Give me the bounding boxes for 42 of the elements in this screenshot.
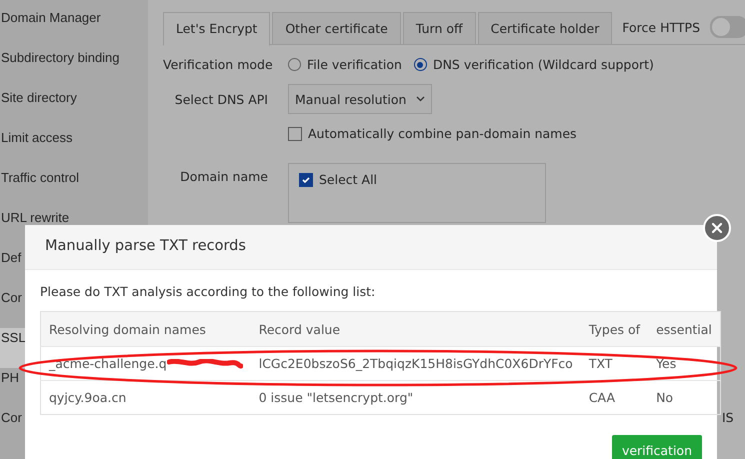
verification-button[interactable]: verification — [612, 435, 702, 459]
column-header: Types of — [580, 312, 648, 346]
field-label: Domain name — [179, 168, 268, 184]
tab[interactable]: Turn off — [402, 12, 476, 45]
checkbox-label: Automatically combine pan-domain names — [308, 126, 577, 141]
sidebar-item[interactable]: Subdirectory binding — [0, 48, 148, 88]
dns-api-dropdown[interactable]: Manual resolution — [288, 84, 432, 114]
sidebar-item[interactable]: Traffic control — [0, 168, 148, 208]
sidebar-item[interactable]: Limit access — [0, 128, 148, 168]
table-cell: 0 issue "letsencrypt.org" — [258, 390, 414, 405]
background-text: IS — [722, 410, 734, 425]
checkbox-label: Select All — [319, 172, 378, 187]
tab[interactable]: Other certificate — [272, 12, 401, 45]
check-icon — [301, 174, 311, 184]
checkbox[interactable] — [288, 126, 302, 140]
table-cell: qyjcy.9oa.cn — [49, 390, 126, 405]
radio-label: File verification — [307, 57, 402, 72]
close-icon — [711, 222, 723, 234]
radio-button[interactable] — [414, 58, 427, 71]
checkbox[interactable] — [299, 172, 313, 186]
table-cell: _acme-challenge.q — [49, 356, 167, 371]
table-cell: No — [656, 390, 674, 405]
column-header: Resolving domain names — [40, 312, 251, 346]
table-cell: Yes — [656, 356, 676, 371]
field-label: Select DNS API — [174, 92, 268, 106]
sidebar-item[interactable]: Domain Manager — [0, 8, 148, 48]
table-cell: CAA — [588, 390, 615, 405]
sidebar-item[interactable]: Site directory — [0, 88, 148, 128]
radio-button[interactable] — [288, 58, 301, 71]
dialog-title: Manually parse TXT records — [25, 225, 717, 270]
close-button[interactable] — [703, 214, 731, 242]
caret-icon — [416, 96, 426, 102]
instruction-text: Please do TXT analysis according to the following list: — [40, 284, 376, 299]
force-https-toggle[interactable] — [710, 16, 745, 38]
table-cell: TXT — [588, 356, 612, 371]
tab[interactable]: Certificate holder — [478, 12, 612, 45]
radio-label: DNS verification (Wildcard support) — [432, 57, 654, 72]
column-header: essential — [648, 312, 720, 346]
force-https-label: Force HTTPS — [622, 20, 700, 34]
column-header: Record value — [250, 312, 581, 346]
table-cell: lCGc2E0bszoS6_2TbqiqzK15H8isGYdhC0X6DrYFco — [258, 356, 573, 371]
tab[interactable]: Let's Encrypt — [163, 12, 270, 46]
